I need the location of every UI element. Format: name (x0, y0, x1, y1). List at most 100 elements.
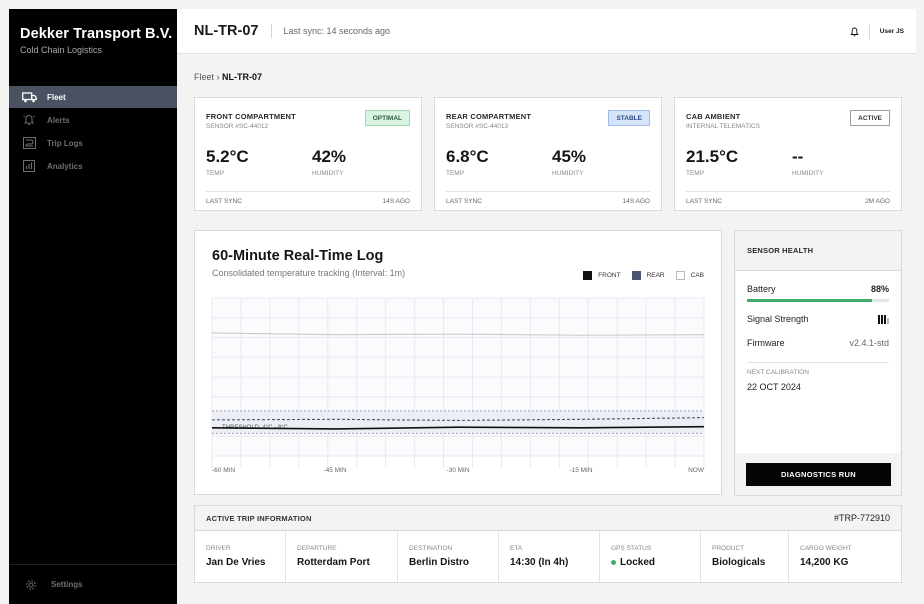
field-value: Biologicals (712, 557, 766, 568)
battery-label: Battery (747, 284, 776, 294)
last-sync-value: 2M AGO (865, 198, 890, 205)
trip-title: ACTIVE TRIP INFORMATION (206, 513, 312, 523)
x-tick-label: -30 MIN (446, 467, 469, 474)
trip-field-departure: DEPARTURE Rotterdam Port (286, 531, 398, 582)
last-sync-label: LAST SYNC (446, 198, 483, 205)
field-value: 14,200 KG (800, 557, 849, 568)
breadcrumb: Fleet › NL-TR-07 (194, 72, 262, 82)
divider (206, 191, 410, 192)
alert-icon (21, 114, 37, 126)
humidity-value: 42% (312, 147, 347, 166)
x-tick-label: -45 MIN (323, 467, 346, 474)
sidebar: Dekker Transport B.V. Cold Chain Logisti… (9, 9, 177, 604)
cab-ambient-card[interactable]: CAB AMBIENT INTERNAL TELEMATICS ACTIVE 2… (674, 97, 902, 211)
trip-field-destination: DESTINATION Berlin Distro (398, 531, 499, 582)
humidity-label: HUMIDITY (792, 170, 824, 177)
truck-icon (21, 91, 37, 103)
firmware-row: Firmware v2.4.1-std (747, 338, 889, 348)
status-dot-icon (611, 560, 616, 565)
last-sync-value: 14S AGO (622, 198, 650, 205)
field-label: CARGO WEIGHT (800, 545, 852, 552)
field-label: DEPARTURE (297, 545, 337, 552)
temp-value: 5.2°C (206, 147, 249, 166)
sensor-health-panel: SENSOR HEALTH Battery 88% Signal Strengt… (734, 230, 902, 496)
calibration-label: NEXT CALIBRATION (747, 369, 809, 376)
brand: Dekker Transport B.V. Cold Chain Logisti… (9, 9, 177, 55)
temp-value: 6.8°C (446, 147, 489, 166)
sidebar-item-analytics[interactable]: Analytics (9, 155, 177, 177)
trip-field-driver: DRIVER Jan De Vries (195, 531, 286, 582)
front-compartment-card[interactable]: FRONT COMPARTMENT SENSOR #SC-44012 OPTIM… (194, 97, 422, 211)
field-label: DRIVER (206, 545, 231, 552)
divider (868, 24, 870, 39)
x-tick-label: NOW (688, 467, 705, 474)
rear-compartment-card[interactable]: REAR COMPARTMENT SENSOR #SC-44013 STABLE… (434, 97, 662, 211)
trip-field-eta: ETA 14:30 (In 4h) (499, 531, 600, 582)
card-sensor-id: INTERNAL TELEMATICS (686, 123, 760, 130)
topbar-actions: User JS (850, 9, 904, 54)
field-value: 14:30 (In 4h) (510, 557, 569, 568)
signal-row: Signal Strength (747, 314, 889, 324)
sidebar-item-settings[interactable]: Settings (9, 564, 177, 604)
last-sync-label: LAST SYNC (686, 198, 723, 205)
trip-field-cargo-weight: CARGO WEIGHT 14,200 KG (789, 531, 901, 582)
divider (446, 191, 650, 192)
breadcrumb-separator: › (216, 72, 220, 82)
last-sync-value: 14S AGO (382, 198, 410, 205)
divider (686, 191, 890, 192)
divider (271, 24, 273, 38)
humidity-label: HUMIDITY (552, 170, 584, 177)
humidity-label: HUMIDITY (312, 170, 344, 177)
field-value: Jan De Vries (206, 557, 266, 568)
settings-label: Settings (51, 580, 83, 589)
page-title: NL-TR-07 (194, 23, 259, 39)
user-menu[interactable]: User JS (880, 28, 904, 35)
sidebar-item-alerts[interactable]: Alerts (9, 109, 177, 131)
card-title: CAB AMBIENT (686, 112, 741, 121)
breadcrumb-parent[interactable]: Fleet (194, 72, 214, 82)
sidebar-nav: Fleet Alerts Trip Logs Analytics (9, 86, 177, 178)
sidebar-item-label: Analytics (47, 161, 83, 171)
temp-value: 21.5°C (686, 147, 739, 166)
humidity-value: 45% (552, 147, 587, 166)
firmware-label: Firmware (747, 338, 785, 348)
x-tick-label: -15 MIN (569, 467, 592, 474)
calibration-value: 22 OCT 2024 (747, 382, 801, 392)
sidebar-item-label: Fleet (47, 92, 66, 102)
card-sensor-id: SENSOR #SC-44012 (206, 123, 269, 130)
card-title: REAR COMPARTMENT (446, 112, 532, 121)
field-label: GPS STATUS (611, 545, 652, 552)
status-badge: ACTIVE (850, 110, 890, 126)
active-trip-panel: ACTIVE TRIP INFORMATION #TRP-772910 DRIV… (194, 505, 902, 583)
temp-label: TEMP (686, 170, 705, 177)
field-label: DESTINATION (409, 545, 453, 552)
sidebar-item-fleet[interactable]: Fleet (9, 86, 177, 108)
temperature-chart[interactable]: THRESHOLD: 4°C - 8°C-60 MIN -45 MIN -30 MI… (195, 231, 721, 494)
divider (747, 362, 889, 363)
breadcrumb-current: NL-TR-07 (222, 72, 263, 82)
trip-id: #TRP-772910 (833, 513, 890, 523)
status-badge: STABLE (608, 110, 650, 126)
last-sync-label: LAST SYNC (206, 198, 243, 205)
sync-status: Last sync: 14 seconds ago (283, 26, 391, 36)
battery-bar (747, 299, 889, 302)
chart-icon (21, 160, 37, 172)
sidebar-item-label: Alerts (47, 115, 70, 125)
sidebar-item-label: Trip Logs (47, 138, 83, 148)
route-icon (21, 137, 37, 149)
trip-fields: DRIVER Jan De Vries DEPARTURE Rotterdam … (195, 531, 901, 582)
x-tick-label: -60 MIN (212, 467, 235, 474)
diagnostics-run-button[interactable]: DIAGNOSTICS RUN (746, 463, 891, 486)
battery-row: Battery 88% (747, 284, 889, 294)
field-label: ETA (510, 545, 523, 552)
temp-label: TEMP (446, 170, 465, 177)
trip-field-gps-status: GPS STATUS Locked (600, 531, 701, 582)
firmware-value: v2.4.1-std (849, 338, 889, 348)
field-value: Berlin Distro (409, 557, 470, 568)
temperature-log-panel: 60-Minute Real-Time Log Consolidated tem… (194, 230, 722, 495)
bell-icon[interactable] (850, 27, 859, 37)
gear-icon (23, 579, 39, 591)
brand-title: Dekker Transport B.V. (20, 26, 173, 42)
sidebar-item-trip-logs[interactable]: Trip Logs (9, 132, 177, 154)
topbar: NL-TR-07 Last sync: 14 seconds ago User … (177, 9, 916, 54)
